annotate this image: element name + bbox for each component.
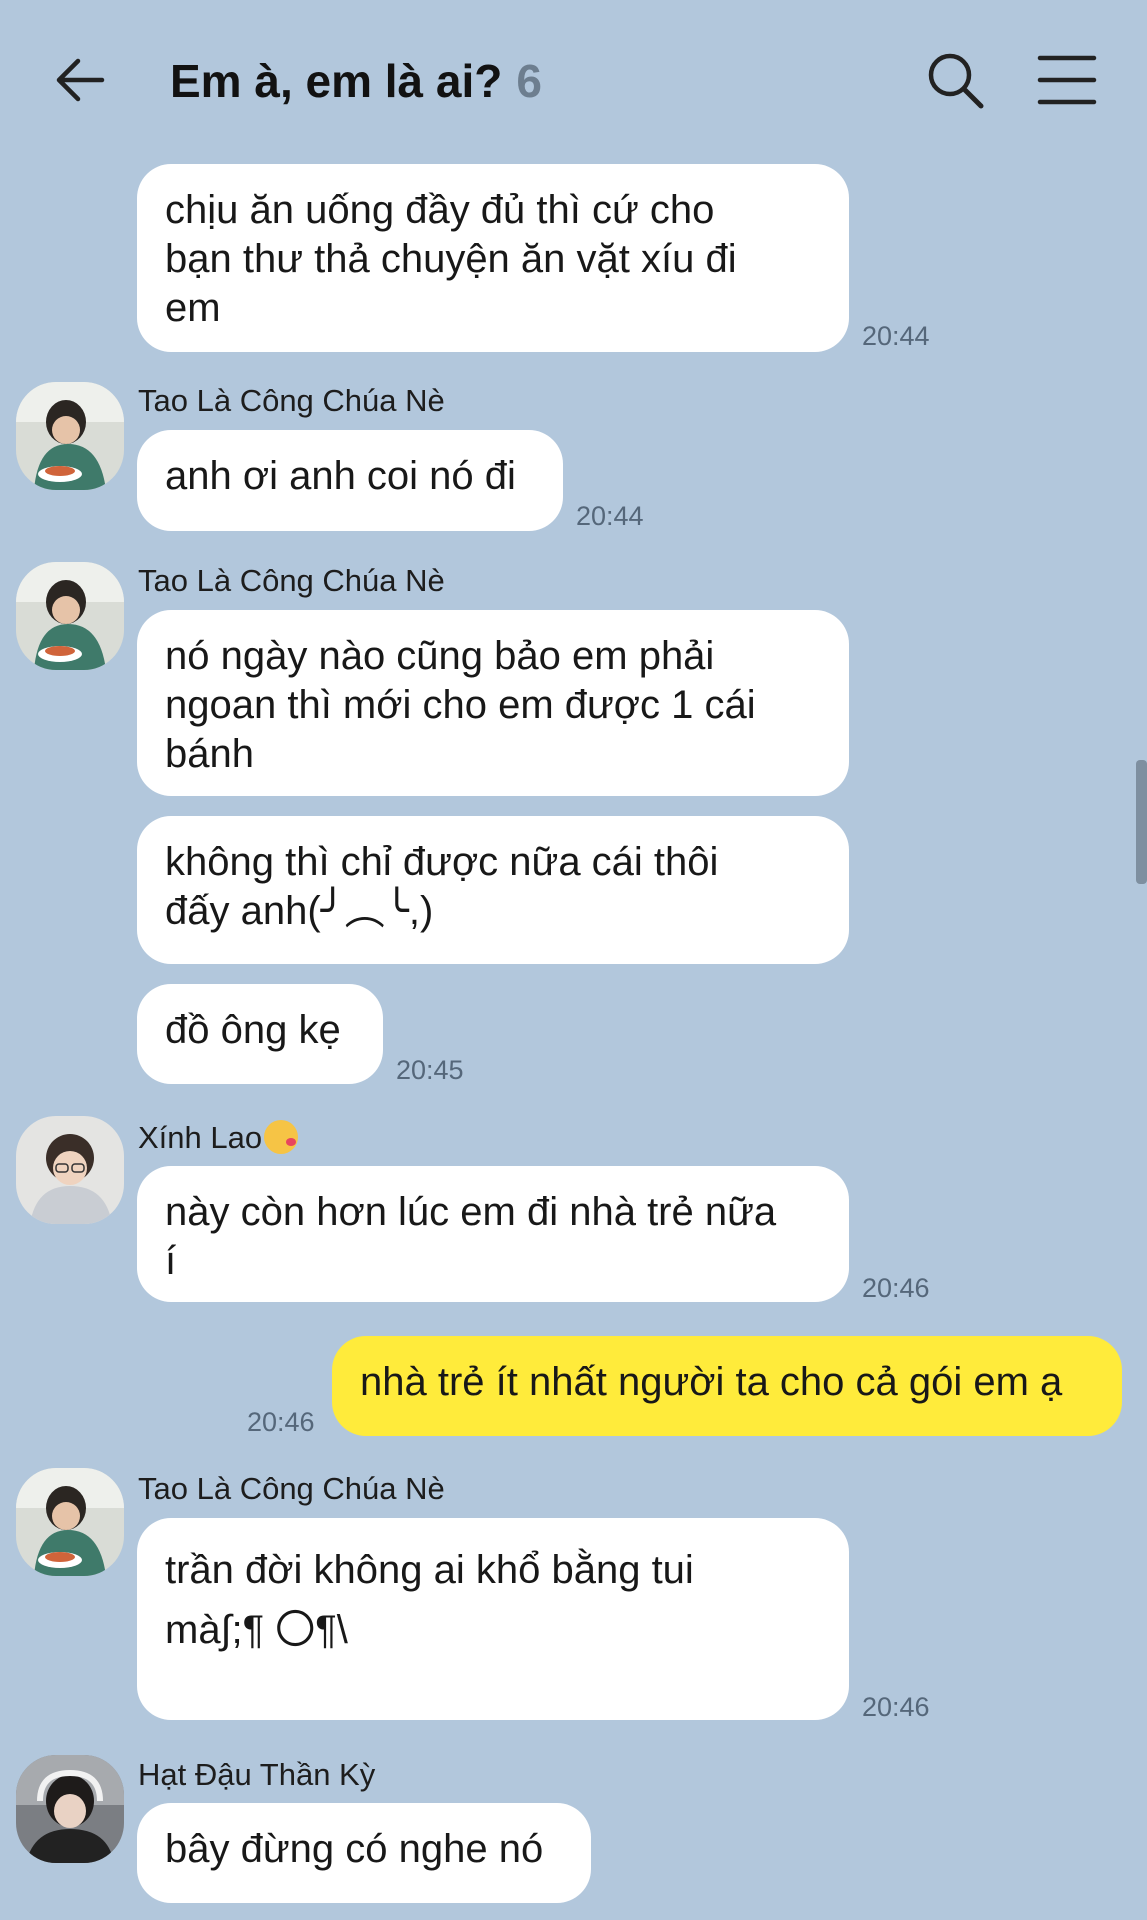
back-button[interactable] bbox=[52, 50, 112, 110]
avatar-photo-icon bbox=[16, 1468, 124, 1576]
message-time: 20:44 bbox=[576, 501, 644, 531]
sender-name-text: Xính Lao bbox=[138, 1120, 263, 1155]
message-text: này còn hơn lúc em đi nhà trẻ nữa í bbox=[165, 1190, 777, 1283]
message-time: 20:46 bbox=[862, 1273, 930, 1303]
message-bubble[interactable]: bây đừng có nghe nó bbox=[137, 1803, 591, 1903]
message-time: 20:45 bbox=[396, 1055, 464, 1085]
avatar-photo-icon bbox=[16, 1755, 124, 1863]
member-count: 6 bbox=[516, 55, 542, 107]
chat-header: Em à, em là ai? 6 bbox=[0, 0, 1147, 160]
message-time: 20:46 bbox=[247, 1407, 315, 1437]
message-bubble[interactable]: nó ngày nào cũng bảo em phải ngoan thì m… bbox=[137, 610, 849, 796]
message-text: trần đời không ai khổ bằng tui mà∫;¶ 〇¶\ bbox=[165, 1548, 694, 1652]
menu-button[interactable] bbox=[1036, 54, 1098, 106]
message-text: đồ ông kẹ bbox=[165, 1008, 341, 1052]
avatar-photo-icon bbox=[16, 562, 124, 670]
message-text: anh ơi anh coi nó đi bbox=[165, 454, 516, 498]
sender-name: Tao Là Công Chúa Nè bbox=[138, 383, 445, 418]
message-bubble[interactable]: không thì chỉ được nữa cái thôi đấy anh(… bbox=[137, 816, 849, 964]
avatar[interactable] bbox=[16, 1116, 124, 1224]
sender-name: Xính Lao bbox=[138, 1118, 299, 1158]
hamburger-menu-icon bbox=[1037, 55, 1097, 105]
sender-name: Hạt Đậu Thần Kỳ bbox=[138, 1757, 376, 1792]
sender-name: Tao Là Công Chúa Nè bbox=[138, 563, 445, 598]
avatar[interactable] bbox=[16, 1755, 124, 1863]
message-bubble[interactable]: này còn hơn lúc em đi nhà trẻ nữa í bbox=[137, 1166, 849, 1302]
avatar-photo-icon bbox=[16, 1116, 124, 1224]
message-time: 20:44 bbox=[862, 321, 930, 351]
chat-title: Em à, em là ai? 6 bbox=[170, 48, 542, 114]
message-text: nó ngày nào cũng bảo em phải ngoan thì m… bbox=[165, 634, 756, 776]
avatar[interactable] bbox=[16, 1468, 124, 1576]
message-bubble[interactable]: đồ ông kẹ bbox=[137, 984, 383, 1084]
avatar[interactable] bbox=[16, 382, 124, 490]
message-text: không thì chỉ được nữa cái thôi đấy anh(… bbox=[165, 840, 719, 933]
arrow-left-icon bbox=[56, 58, 105, 102]
message-bubble[interactable]: chịu ăn uống đầy đủ thì cứ cho bạn thư t… bbox=[137, 164, 849, 352]
scrollbar[interactable] bbox=[1136, 760, 1147, 884]
avatar[interactable] bbox=[16, 562, 124, 670]
search-button[interactable] bbox=[925, 50, 987, 112]
message-bubble[interactable]: trần đời không ai khổ bằng tui mà∫;¶ 〇¶\ bbox=[137, 1518, 849, 1720]
chat-title-text: Em à, em là ai? bbox=[170, 55, 503, 107]
message-time: 20:46 bbox=[862, 1692, 930, 1722]
avatar-photo-icon bbox=[16, 382, 124, 490]
message-text: chịu ăn uống đầy đủ thì cứ cho bạn thư t… bbox=[165, 188, 737, 330]
kissing-face-emoji-icon bbox=[264, 1120, 299, 1154]
my-message-bubble[interactable]: nhà trẻ ít nhất người ta cho cả gói em ạ bbox=[332, 1336, 1122, 1436]
search-icon bbox=[928, 53, 984, 109]
message-bubble[interactable]: anh ơi anh coi nó đi bbox=[137, 430, 563, 531]
message-text: nhà trẻ ít nhất người ta cho cả gói em ạ bbox=[360, 1360, 1063, 1404]
sender-name: Tao Là Công Chúa Nè bbox=[138, 1471, 445, 1506]
message-text: bây đừng có nghe nó bbox=[165, 1827, 544, 1871]
